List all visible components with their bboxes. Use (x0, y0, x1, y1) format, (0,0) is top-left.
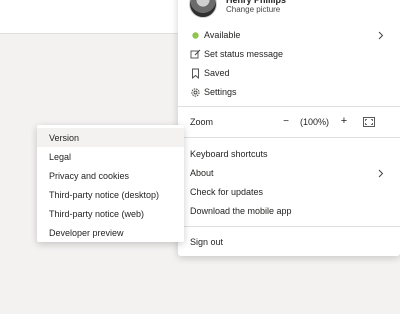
check-for-updates-item[interactable]: Check for updates (178, 183, 400, 202)
submenu-item-third-party-web[interactable]: Third-party notice (web) (37, 204, 184, 223)
submenu-item-label: Third-party notice (web) (49, 209, 145, 219)
sign-out-item[interactable]: Sign out (178, 233, 400, 252)
zoom-label: Zoom (190, 117, 214, 127)
check-updates-label: Check for updates (190, 187, 264, 197)
zoom-level: (100%) (300, 117, 330, 127)
menu-divider (178, 137, 400, 138)
submenu-item-legal[interactable]: Legal (37, 147, 184, 166)
bookmark-icon (190, 68, 201, 79)
chevron-right-icon (375, 168, 386, 179)
about-item[interactable]: About (178, 164, 400, 183)
chevron-right-icon (375, 30, 386, 41)
download-mobile-app-item[interactable]: Download the mobile app (178, 202, 400, 221)
submenu-item-label: Version (49, 133, 80, 143)
edit-status-icon (190, 49, 201, 60)
about-submenu: Version Legal Privacy and cookies Third-… (37, 125, 184, 242)
zoom-controls: − (100%) + (280, 115, 400, 130)
change-picture-link[interactable]: Change picture (226, 5, 280, 15)
zoom-in-button[interactable]: + (338, 115, 350, 127)
set-status-message-item[interactable]: Set status message (178, 45, 400, 64)
settings-item[interactable]: Settings (178, 83, 400, 102)
set-status-label: Set status message (204, 49, 284, 59)
avatar[interactable] (189, 0, 217, 18)
profile-menu: Henry Phillips Change picture Available … (178, 0, 400, 256)
status-label: Available (204, 30, 241, 40)
settings-label: Settings (204, 87, 237, 97)
submenu-item-label: Developer preview (49, 228, 124, 238)
menu-divider (178, 106, 400, 107)
download-app-label: Download the mobile app (190, 206, 292, 216)
keyboard-shortcuts-item[interactable]: Keyboard shortcuts (178, 145, 400, 164)
submenu-item-label: Privacy and cookies (49, 171, 130, 181)
profile-header: Henry Phillips Change picture (178, 0, 400, 19)
submenu-item-third-party-desktop[interactable]: Third-party notice (desktop) (37, 185, 184, 204)
saved-item[interactable]: Saved (178, 64, 400, 83)
submenu-item-version[interactable]: Version (37, 128, 184, 147)
gear-icon (190, 87, 201, 98)
submenu-item-label: Third-party notice (desktop) (49, 190, 160, 200)
submenu-item-privacy[interactable]: Privacy and cookies (37, 166, 184, 185)
about-label: About (190, 168, 214, 178)
status-available-item[interactable]: Available (178, 26, 400, 45)
saved-label: Saved (204, 68, 230, 78)
fit-to-window-icon[interactable] (363, 117, 375, 127)
menu-divider (178, 226, 400, 227)
submenu-item-label: Legal (49, 152, 72, 162)
keyboard-shortcuts-label: Keyboard shortcuts (190, 149, 268, 159)
zoom-row: Zoom − (100%) + (178, 113, 400, 132)
zoom-out-button[interactable]: − (280, 116, 292, 127)
status-dot-icon (190, 30, 201, 41)
sign-out-label: Sign out (190, 237, 224, 247)
submenu-item-developer-preview[interactable]: Developer preview (37, 223, 184, 242)
